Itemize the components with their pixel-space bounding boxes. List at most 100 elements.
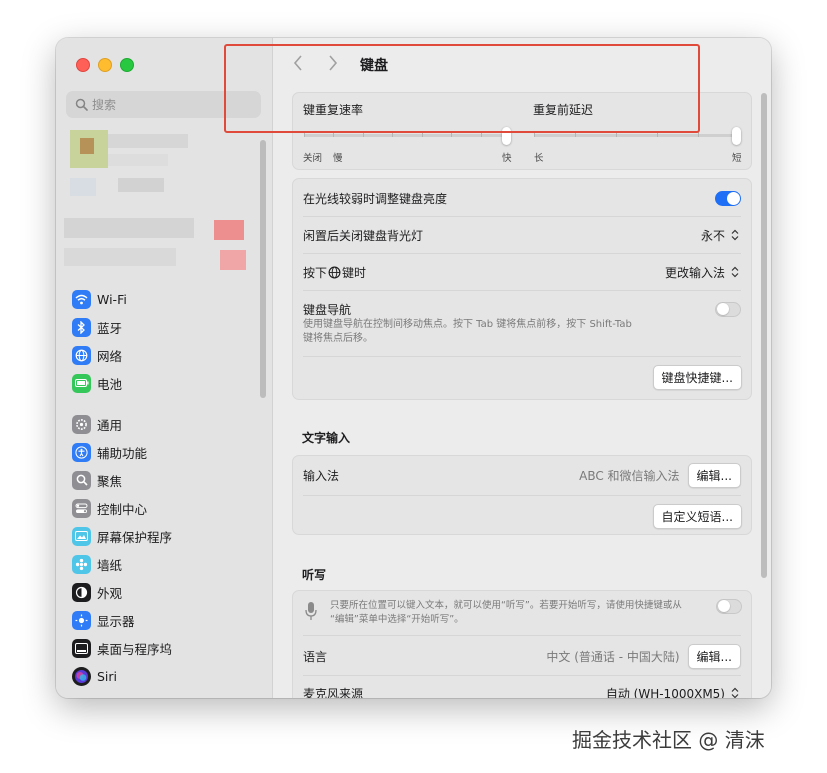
sidebar-item-label: Wi-Fi (97, 291, 127, 307)
rate-off-label: 关闭 (303, 153, 323, 164)
microphone-icon (305, 602, 317, 620)
globe-key-label: 按下 键时 (303, 264, 366, 281)
sidebar-item-accessibility[interactable]: 辅助功能 (72, 440, 147, 464)
microphone-source-popup[interactable]: 自动 (WH-1000XM5) (605, 685, 741, 699)
sidebar-item-label: 蓝牙 (97, 320, 123, 336)
dictation-description: 只要所在位置可以键入文本，就可以使用“听写”。若要开始听写，请使用快捷键或从 “… (330, 599, 710, 627)
sidebar-item-label: 辅助功能 (97, 445, 148, 461)
repeat-delay-knob[interactable] (732, 127, 741, 145)
settings-window: 搜索 Wi-Fi 蓝牙 网络 电池 通用 辅助功能 聚焦 控制中心 屏幕保护程序… (56, 38, 771, 698)
dictation-language-label: 语言 (303, 649, 328, 664)
sidebar-item-spotlight[interactable]: 聚焦 (72, 468, 122, 492)
updown-chevron-icon (729, 228, 741, 242)
appearance-icon (72, 582, 91, 602)
highlight-box (224, 44, 700, 133)
sidebar-item-siri[interactable]: Siri (72, 664, 117, 688)
keyboard-navigation-description-line1: 使用键盘导航在控制间移动焦点。按下 Tab 键将焦点前移，按下 Shift-Ta… (303, 319, 632, 330)
updown-chevron-icon (729, 686, 741, 698)
sidebar-item-appearance[interactable]: 外观 (72, 580, 122, 604)
keyboard-navigation-description-line2: 键将焦点后移。 (303, 333, 373, 344)
accessibility-icon (72, 442, 91, 462)
dictation-language-value: 中文 (普通话 - 中国大陆) (546, 649, 680, 664)
wifi-icon (72, 289, 91, 309)
gear-icon (72, 414, 91, 434)
siri-icon (72, 666, 91, 686)
input-sources-row: 输入法 ABC 和微信输入法 编辑... (303, 462, 741, 488)
sidebar-item-wifi[interactable]: Wi-Fi (72, 287, 127, 311)
window-controls (76, 58, 134, 72)
control-center-icon (72, 498, 91, 518)
sidebar-item-label: 网络 (97, 348, 123, 364)
sidebar: 搜索 Wi-Fi 蓝牙 网络 电池 通用 辅助功能 聚焦 控制中心 屏幕保护程序… (56, 38, 273, 698)
input-sources-edit-button[interactable]: 编辑... (687, 462, 741, 488)
dictation-description-line2: “编辑”菜单中选择“开始听写”。 (330, 614, 464, 625)
screensaver-icon (72, 526, 91, 546)
sidebar-item-label: 外观 (97, 585, 123, 601)
brightness-row: 在光线较弱时调整键盘亮度 (303, 189, 741, 207)
main-pane: 键盘 键重复速率 重复前延迟 关闭 慢 快 长 短 在光线较弱时调整键盘亮度 闲… (273, 38, 771, 698)
text-input-card: 输入法 ABC 和微信输入法 编辑... 自定义短语... (292, 455, 752, 535)
dictation-card: 只要所在位置可以键入文本，就可以使用“听写”。若要开始听写，请使用快捷键或从 “… (292, 590, 752, 698)
sidebar-item-label: 通用 (97, 417, 123, 433)
backlight-row: 闲置后关闭键盘背光灯 永不 (303, 226, 741, 244)
custom-phrases-button[interactable]: 自定义短语... (652, 504, 742, 529)
dictation-section-title: 听写 (302, 568, 327, 582)
delay-long-label: 长 (534, 153, 544, 164)
sidebar-item-wallpaper[interactable]: 墙纸 (72, 552, 122, 576)
rate-fast-label: 快 (502, 153, 512, 164)
globe-key-row: 按下 键时 更改输入法 (303, 263, 741, 281)
close-window-button[interactable] (76, 58, 90, 72)
battery-icon (72, 373, 91, 393)
sidebar-item-label: 墙纸 (97, 557, 123, 573)
backlight-value: 永不 (700, 228, 725, 243)
wallpaper-icon (72, 554, 91, 574)
sidebar-item-label: 电池 (97, 376, 123, 392)
search-icon (75, 98, 88, 111)
sidebar-item-label: 桌面与程序坞 (97, 641, 173, 657)
globe-icon (328, 266, 341, 278)
dictation-language-edit-button[interactable]: 编辑... (687, 643, 741, 669)
globe-icon (72, 345, 91, 365)
brightness-label: 在光线较弱时调整键盘亮度 (303, 191, 448, 206)
watermark: 掘金技术社区 @ 清沫 (572, 728, 765, 752)
zoom-window-button[interactable] (120, 58, 134, 72)
sidebar-item-network[interactable]: 网络 (72, 343, 122, 367)
sidebar-item-label: 屏幕保护程序 (97, 529, 173, 545)
microphone-source-value: 自动 (WH-1000XM5) (605, 686, 725, 699)
keyboard-navigation-description: 使用键盘导航在控制间移动焦点。按下 Tab 键将焦点前移，按下 Shift-Ta… (303, 318, 683, 346)
sidebar-item-general[interactable]: 通用 (72, 412, 122, 436)
sidebar-item-label: Siri (97, 668, 118, 684)
input-sources-label: 输入法 (303, 468, 340, 483)
search-placeholder: 搜索 (92, 98, 117, 112)
sidebar-item-control-center[interactable]: 控制中心 (72, 496, 147, 520)
minimize-window-button[interactable] (98, 58, 112, 72)
display-icon (72, 610, 91, 630)
sidebar-item-label: 显示器 (97, 613, 135, 629)
sidebar-item-battery[interactable]: 电池 (72, 371, 122, 395)
sidebar-item-bluetooth[interactable]: 蓝牙 (72, 315, 122, 339)
magnifier-icon (72, 470, 91, 490)
keyboard-navigation-toggle[interactable] (715, 301, 741, 317)
keyboard-shortcuts-button[interactable]: 键盘快捷键... (652, 365, 742, 390)
globe-key-popup[interactable]: 更改输入法 (665, 264, 741, 281)
backlight-label: 闲置后关闭键盘背光灯 (303, 228, 424, 243)
sidebar-item-desktop-dock[interactable]: 桌面与程序坞 (72, 636, 172, 660)
keyboard-navigation-label: 键盘导航 (303, 302, 352, 317)
keyboard-settings-card: 在光线较弱时调整键盘亮度 闲置后关闭键盘背光灯 永不 按下 键时 更改输入法 键… (292, 178, 752, 400)
input-sources-value: ABC 和微信输入法 (579, 468, 680, 483)
globe-key-label-b: 键时 (342, 265, 367, 280)
backlight-popup[interactable]: 永不 (701, 227, 741, 244)
brightness-toggle[interactable] (715, 190, 741, 206)
bluetooth-icon (72, 317, 91, 337)
globe-key-value: 更改输入法 (664, 265, 725, 280)
rate-slow-label: 慢 (333, 153, 343, 164)
sidebar-item-displays[interactable]: 显示器 (72, 608, 135, 632)
sidebar-item-screensaver[interactable]: 屏幕保护程序 (72, 524, 172, 548)
text-input-section-title: 文字输入 (302, 431, 351, 445)
main-scrollbar[interactable] (761, 93, 767, 578)
dictation-toggle[interactable] (716, 599, 742, 614)
keyboard-navigation-row: 键盘导航 (303, 300, 741, 318)
sidebar-scrollbar[interactable] (260, 140, 266, 398)
microphone-source-label: 麦克风来源 (303, 686, 364, 699)
sidebar-item-label: 聚焦 (97, 473, 123, 489)
